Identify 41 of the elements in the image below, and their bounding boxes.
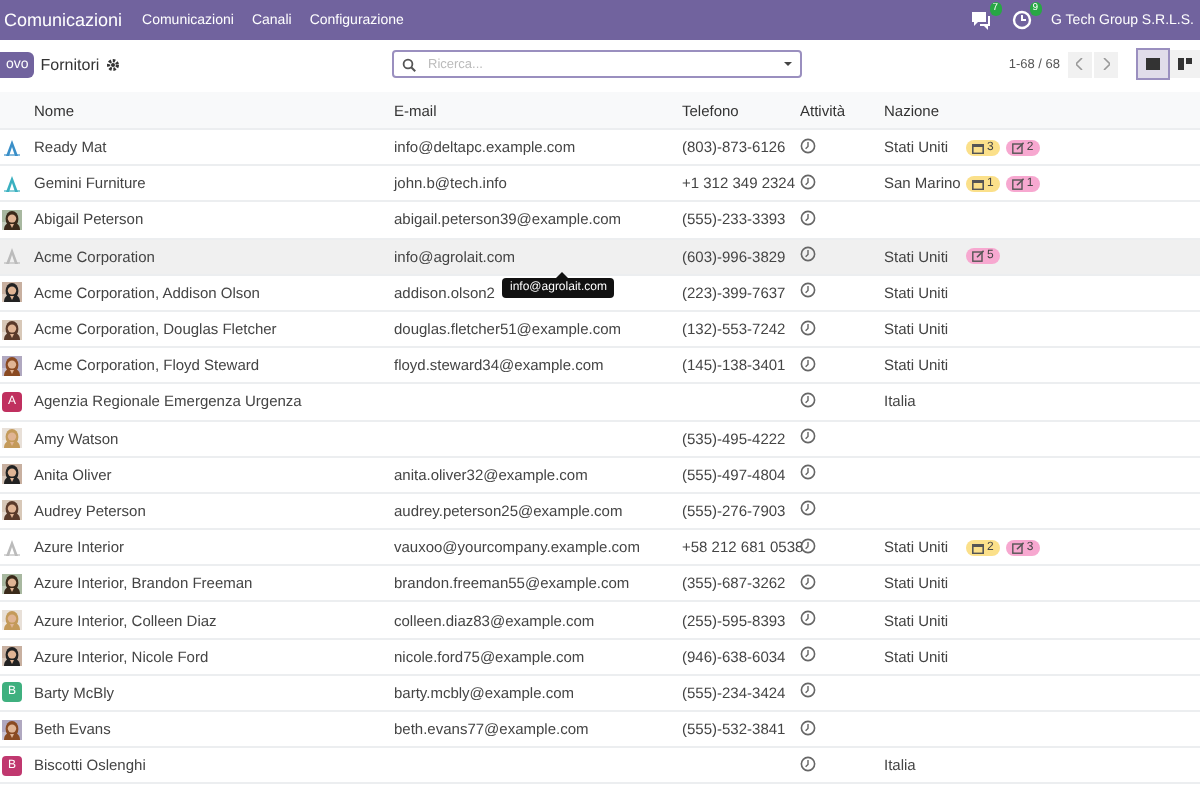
page-title: Fornitori — [40, 55, 100, 73]
clock-icon[interactable] — [800, 646, 816, 663]
caret-icon[interactable] — [784, 62, 792, 66]
search-icon — [402, 57, 416, 71]
list-icon — [1146, 58, 1160, 70]
calendar-icon — [972, 541, 984, 554]
clock-icon[interactable] — [800, 391, 816, 408]
clock-icon[interactable] — [800, 500, 816, 517]
clock-icon[interactable] — [800, 610, 816, 627]
clock-icon[interactable] — [800, 573, 816, 590]
note-icon — [1011, 141, 1024, 154]
clock-icon[interactable] — [800, 355, 816, 372]
clock-icon[interactable] — [800, 537, 816, 554]
logo-icon — [2, 537, 22, 558]
clock-icon[interactable] — [800, 755, 816, 772]
clock-icon[interactable] — [800, 464, 816, 481]
clock-icon[interactable] — [800, 682, 816, 699]
logo-icon — [2, 137, 22, 158]
clock-icon[interactable] — [800, 719, 816, 736]
kanban-view-button[interactable] — [1170, 50, 1200, 78]
logo-icon — [2, 246, 22, 267]
list-view-button[interactable] — [1138, 50, 1168, 78]
clock-icon[interactable] — [800, 173, 816, 190]
clock-icon[interactable] — [800, 428, 816, 445]
note-icon — [1011, 177, 1024, 190]
gear-icon[interactable] — [105, 57, 120, 71]
note-icon — [972, 250, 984, 263]
app-title[interactable]: Comunicazioni — [4, 10, 123, 30]
clock-icon[interactable] — [800, 209, 816, 226]
calendar-icon — [972, 177, 984, 190]
chevron-right-icon — [1102, 58, 1110, 70]
chevron-left-icon — [1076, 58, 1084, 70]
kanban-icon — [1178, 58, 1192, 70]
note-icon — [1011, 541, 1024, 554]
calendar-icon — [972, 141, 984, 154]
clock-icon[interactable] — [800, 137, 816, 154]
chat-icon[interactable] — [969, 10, 992, 30]
clock-icon[interactable] — [800, 282, 816, 299]
clock-icon[interactable] — [800, 319, 816, 336]
clock-icon[interactable] — [800, 246, 816, 263]
logo-icon — [2, 173, 22, 194]
